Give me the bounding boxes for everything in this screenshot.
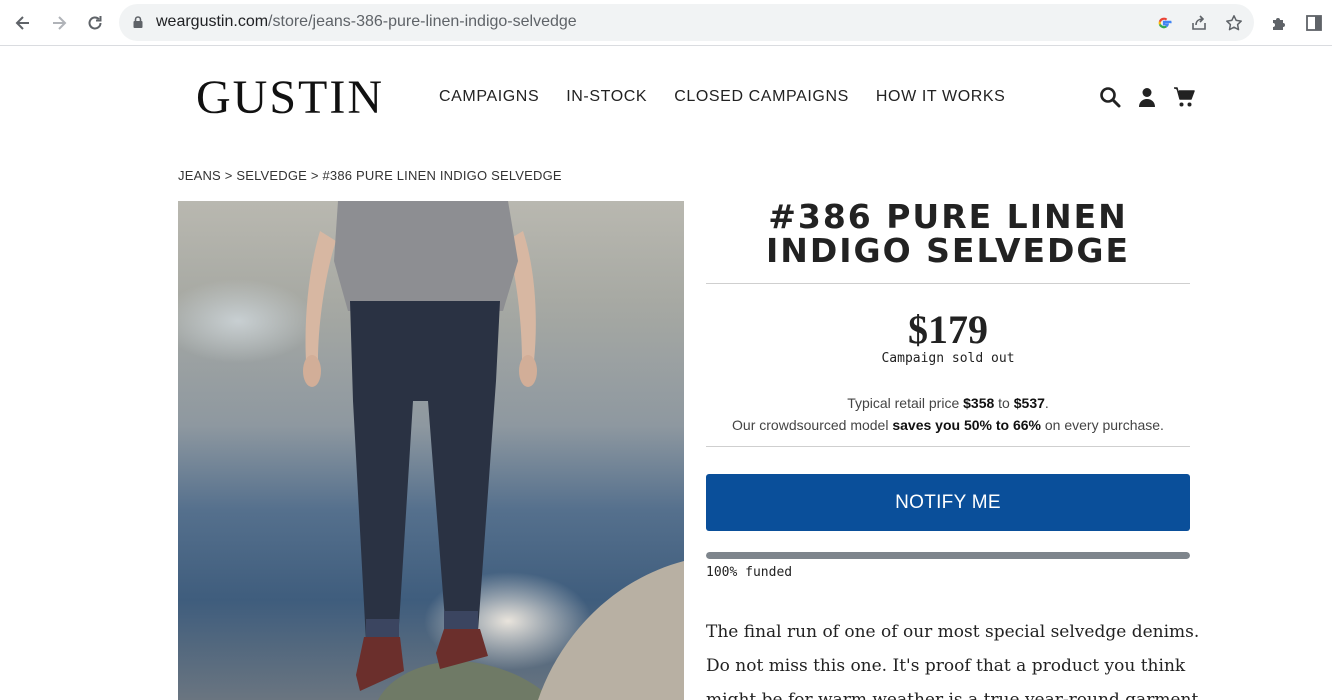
retail-mid: to (994, 395, 1014, 411)
breadcrumb-selvedge[interactable]: SELVEDGE (236, 168, 307, 183)
breadcrumb-separator: > (220, 168, 237, 183)
nav-closed-campaigns[interactable]: CLOSED CAMPAIGNS (674, 88, 849, 106)
model-figure (303, 201, 684, 700)
nav-how-it-works[interactable]: HOW IT WORKS (876, 88, 1006, 106)
url-path: /store/jeans-386-pure-linen-indigo-selve… (268, 13, 577, 30)
main-nav: CAMPAIGNS IN-STOCK CLOSED CAMPAIGNS HOW … (439, 88, 1032, 106)
reload-icon[interactable] (81, 9, 109, 37)
nav-in-stock[interactable]: IN-STOCK (566, 88, 647, 106)
google-icon[interactable] (1154, 13, 1174, 33)
lock-icon[interactable] (131, 15, 145, 29)
browser-toolbar: weargustin.com/store/jeans-386-pure-line… (0, 0, 1332, 46)
product-title: #386 PURE LINEN INDIGO SELVEDGE (765, 197, 1131, 270)
url-text[interactable]: weargustin.com/store/jeans-386-pure-line… (156, 13, 577, 31)
breadcrumb-separator: > (307, 168, 323, 183)
extensions-icon[interactable] (1268, 12, 1290, 34)
retail-prefix: Typical retail price (847, 395, 964, 411)
breadcrumb-current: #386 PURE LINEN INDIGO SELVEDGE (322, 168, 562, 183)
cart-icon[interactable] (1172, 85, 1196, 109)
account-icon[interactable] (1135, 85, 1159, 109)
retail-low: $358 (963, 395, 995, 411)
campaign-status: Campaign sold out (881, 351, 1015, 366)
product-description: The final run of one of our most special… (706, 622, 1204, 700)
share-icon[interactable] (1189, 13, 1209, 33)
savings-prefix: Our crowdsourced model (732, 417, 893, 433)
notify-me-button[interactable]: NOTIFY ME (706, 474, 1190, 531)
forward-icon[interactable] (45, 9, 73, 37)
divider (706, 446, 1190, 447)
address-bar[interactable]: weargustin.com/store/jeans-386-pure-line… (119, 4, 1254, 41)
retail-high: $537 (1013, 395, 1045, 411)
sidepanel-icon[interactable] (1303, 12, 1325, 34)
savings-amount: saves you 50% to 66% (892, 417, 1041, 433)
product-photo[interactable] (178, 201, 684, 700)
url-host: weargustin.com (156, 13, 269, 30)
star-icon[interactable] (1224, 13, 1244, 33)
funding-status: 100% funded (706, 565, 793, 580)
divider (706, 283, 1190, 284)
funding-progress-fill (706, 552, 1190, 559)
retail-suffix: . (1044, 395, 1049, 411)
nav-campaigns[interactable]: CAMPAIGNS (439, 88, 539, 106)
product-price: $179 (908, 307, 988, 352)
breadcrumb: JEANS > SELVEDGE > #386 PURE LINEN INDIG… (178, 168, 562, 183)
savings-suffix: on every purchase. (1040, 417, 1164, 433)
search-icon[interactable] (1098, 85, 1122, 109)
breadcrumb-jeans[interactable]: JEANS (178, 168, 221, 183)
savings-note: Our crowdsourced model saves you 50% to … (706, 417, 1190, 433)
retail-price-note: Typical retail price $358 to $537. (706, 395, 1190, 411)
site-logo[interactable]: GUSTIN (196, 72, 384, 124)
back-icon[interactable] (9, 9, 37, 37)
funding-progress-bar (706, 552, 1190, 559)
